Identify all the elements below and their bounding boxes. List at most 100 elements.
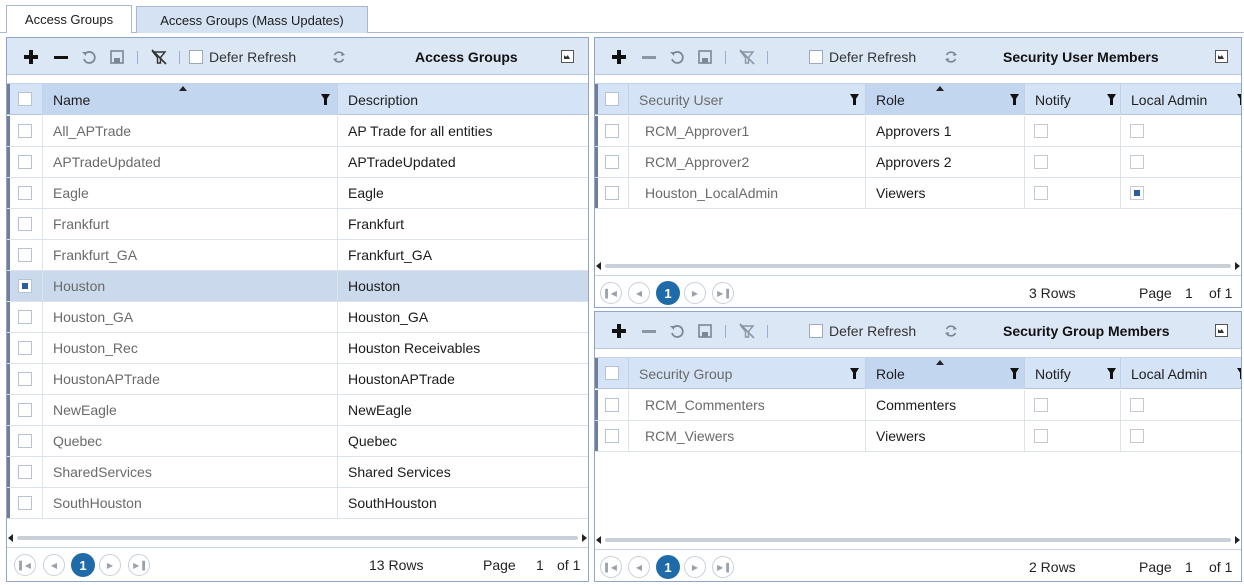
notify-checkbox[interactable] — [1034, 155, 1048, 169]
defer-refresh-box[interactable] — [189, 49, 203, 64]
next-page-icon[interactable]: ▶ — [684, 282, 706, 304]
column-local-admin[interactable]: Local Admin — [1121, 358, 1241, 389]
notify-checkbox[interactable] — [1034, 398, 1048, 412]
table-row[interactable]: Houston_LocalAdmin Viewers — [595, 178, 1241, 209]
column-name[interactable]: Name — [43, 84, 338, 115]
name-cell[interactable]: Quebec — [43, 426, 338, 456]
row-checkbox[interactable] — [18, 124, 32, 138]
horizontal-scrollbar[interactable] — [595, 535, 1241, 545]
next-page-icon[interactable]: ▶ — [684, 556, 706, 578]
description-cell[interactable]: Frankfurt — [338, 209, 588, 239]
column-security-group[interactable]: Security Group — [629, 358, 866, 389]
row-checkbox[interactable] — [18, 465, 32, 479]
table-row[interactable]: SouthHouston SouthHouston — [7, 488, 588, 519]
table-row[interactable]: Frankfurt_GA Frankfurt_GA — [7, 240, 588, 271]
scroll-right-icon[interactable] — [1235, 262, 1240, 270]
current-page-button[interactable]: 1 — [656, 555, 680, 579]
horizontal-scrollbar[interactable] — [595, 261, 1241, 271]
row-checkbox[interactable] — [18, 341, 32, 355]
select-all-checkbox[interactable] — [605, 92, 619, 106]
table-row[interactable]: RCM_Approver2 Approvers 2 — [595, 147, 1241, 178]
table-row[interactable]: NewEagle NewEagle — [7, 395, 588, 426]
row-checkbox[interactable] — [605, 186, 619, 200]
defer-refresh-box[interactable] — [809, 323, 823, 338]
role-cell[interactable]: Commenters — [866, 390, 1025, 420]
column-description[interactable]: Description — [338, 84, 588, 115]
name-cell[interactable]: Eagle — [43, 178, 338, 208]
expand-icon[interactable] — [561, 50, 574, 63]
row-checkbox[interactable] — [18, 434, 32, 448]
table-row[interactable]: All_APTrade AP Trade for all entities — [7, 116, 588, 147]
add-icon[interactable] — [21, 38, 41, 75]
row-checkbox[interactable] — [18, 310, 32, 324]
scroll-left-icon[interactable] — [596, 536, 601, 544]
expand-icon[interactable] — [1215, 324, 1228, 337]
row-checkbox[interactable] — [605, 429, 619, 443]
row-checkbox[interactable] — [18, 217, 32, 231]
defer-refresh-box[interactable] — [809, 49, 823, 64]
table-row[interactable]: APTradeUpdated APTradeUpdated — [7, 147, 588, 178]
role-cell[interactable]: Approvers 2 — [866, 147, 1025, 177]
save-icon[interactable] — [107, 38, 127, 75]
name-cell[interactable]: APTradeUpdated — [43, 147, 338, 177]
table-row[interactable]: Eagle Eagle — [7, 178, 588, 209]
description-cell[interactable]: Houston_GA — [338, 302, 588, 332]
scroll-left-icon[interactable] — [8, 534, 13, 542]
filter-icon[interactable] — [1237, 368, 1241, 379]
column-notify[interactable]: Notify — [1025, 358, 1121, 389]
filter-icon[interactable] — [1107, 94, 1116, 105]
refresh-icon[interactable] — [941, 38, 961, 75]
table-row[interactable]: RCM_Viewers Viewers — [595, 421, 1241, 452]
current-page-button[interactable]: 1 — [656, 281, 680, 305]
table-row[interactable]: RCM_Commenters Commenters — [595, 390, 1241, 421]
current-page-button[interactable]: 1 — [71, 553, 95, 577]
local-admin-checkbox[interactable] — [1130, 429, 1144, 443]
scroll-track[interactable] — [605, 264, 1231, 268]
notify-checkbox[interactable] — [1034, 429, 1048, 443]
expand-icon[interactable] — [1215, 50, 1228, 63]
name-cell[interactable]: Frankfurt — [43, 209, 338, 239]
add-icon[interactable] — [609, 38, 629, 75]
last-page-icon[interactable]: ▶▐ — [128, 554, 150, 576]
description-cell[interactable]: Quebec — [338, 426, 588, 456]
horizontal-scrollbar[interactable] — [7, 533, 588, 543]
description-cell[interactable]: AP Trade for all entities — [338, 116, 588, 146]
description-cell[interactable]: Eagle — [338, 178, 588, 208]
name-cell[interactable]: Houston — [43, 271, 338, 301]
defer-refresh-checkbox[interactable]: Defer Refresh — [189, 38, 296, 75]
security-user-cell[interactable]: RCM_Approver1 — [629, 116, 866, 146]
description-cell[interactable]: NewEagle — [338, 395, 588, 425]
row-checkbox[interactable] — [18, 403, 32, 417]
last-page-icon[interactable]: ▶▐ — [712, 282, 734, 304]
row-checkbox[interactable] — [18, 279, 32, 293]
save-icon[interactable] — [695, 312, 715, 349]
description-cell[interactable]: Shared Services — [338, 457, 588, 487]
scroll-right-icon[interactable] — [1235, 536, 1240, 544]
role-cell[interactable]: Viewers — [866, 421, 1025, 451]
table-row[interactable]: Houston Houston — [7, 271, 588, 302]
table-row[interactable]: Houston_GA Houston_GA — [7, 302, 588, 333]
name-cell[interactable]: Houston_GA — [43, 302, 338, 332]
name-cell[interactable]: All_APTrade — [43, 116, 338, 146]
security-user-cell[interactable]: Houston_LocalAdmin — [629, 178, 866, 208]
prev-page-icon[interactable]: ◀ — [628, 282, 650, 304]
column-security-user[interactable]: Security User — [629, 84, 866, 115]
first-page-icon[interactable]: ▌◀ — [600, 282, 622, 304]
name-cell[interactable]: SouthHouston — [43, 488, 338, 518]
row-checkbox[interactable] — [18, 496, 32, 510]
description-cell[interactable]: Frankfurt_GA — [338, 240, 588, 270]
local-admin-checkbox[interactable] — [1130, 124, 1144, 138]
scroll-right-icon[interactable] — [582, 534, 587, 542]
tab-access-groups[interactable]: Access Groups — [6, 5, 132, 33]
table-row[interactable]: HoustonAPTrade HoustonAPTrade — [7, 364, 588, 395]
row-checkbox[interactable] — [18, 155, 32, 169]
refresh-icon[interactable] — [329, 38, 349, 75]
filter-icon[interactable] — [1010, 94, 1019, 105]
filter-icon[interactable] — [850, 368, 859, 379]
select-all-checkbox[interactable] — [18, 92, 32, 106]
table-row[interactable]: SharedServices Shared Services — [7, 457, 588, 488]
role-cell[interactable]: Viewers — [866, 178, 1025, 208]
last-page-icon[interactable]: ▶▐ — [712, 556, 734, 578]
table-row[interactable]: Quebec Quebec — [7, 426, 588, 457]
undo-icon[interactable] — [79, 38, 99, 75]
